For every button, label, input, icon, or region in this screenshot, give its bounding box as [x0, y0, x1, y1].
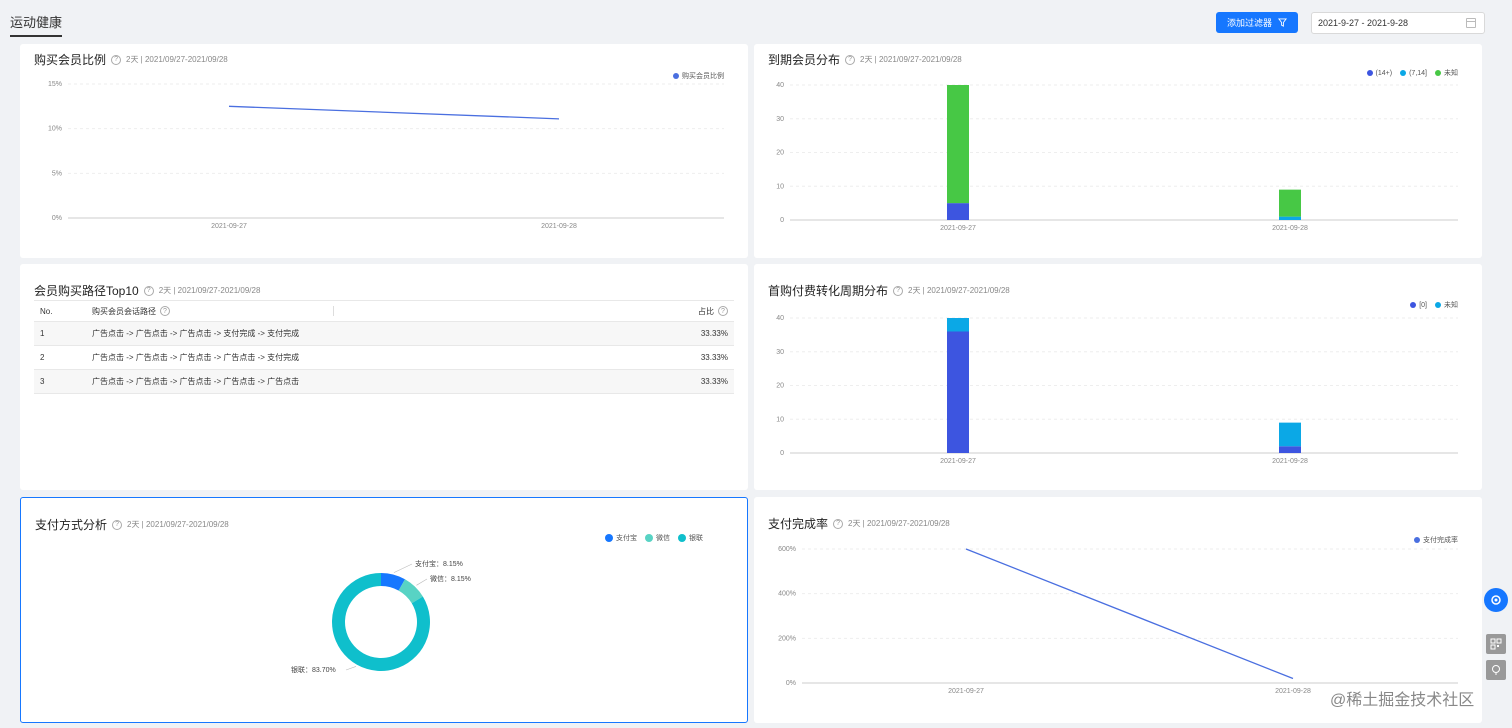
card-subtitle: 2天 | 2021/09/27-2021/09/28 [158, 286, 261, 295]
pie-label-leader [393, 563, 413, 573]
series-line [965, 548, 1294, 680]
assistant-button[interactable] [1484, 588, 1508, 612]
row-path: 广告点击 -> 广告点击 -> 广告点击 -> 广告点击 -> 支付完成 [92, 353, 300, 362]
y-tick-label: 40 [776, 82, 784, 89]
row-path: 广告点击 -> 广告点击 -> 广告点击 -> 广告点击 -> 广告点击 [92, 377, 300, 386]
header-pct-label: 占比 [698, 306, 714, 316]
bar [947, 318, 969, 332]
y-tick-label: 30 [776, 116, 784, 123]
bar [947, 203, 969, 220]
bulb-icon [1492, 665, 1500, 675]
card-member-ratio: 购买会员比例 ? 2天 | 2021/09/27-2021/09/28 购买会员… [20, 44, 748, 258]
y-tick-label: 10 [776, 183, 784, 190]
x-tick-label: 2021-09-28 [1272, 225, 1308, 232]
card-first-cycle: 首购付费转化周期分布 ? 2天 | 2021/09/27-2021/09/28 … [754, 264, 1482, 490]
column-divider[interactable] [333, 306, 334, 316]
table-row: 3 广告点击 -> 广告点击 -> 广告点击 -> 广告点击 -> 广告点击 3… [34, 370, 734, 394]
qrcode-icon [1490, 638, 1502, 650]
header-no: No. [40, 306, 53, 316]
y-tick-label: 0 [780, 450, 784, 457]
y-tick-label: 40 [776, 315, 784, 322]
card-expiry: 到期会员分布 ? 2天 | 2021/09/27-2021/09/28 (14+… [754, 44, 1482, 258]
bar [947, 85, 969, 204]
pie-data-label: 支付宝：8.15% [415, 559, 463, 568]
header-path-label: 购买会员会话路径 [92, 306, 156, 316]
card-path-top10: 会员购买路径Top10 ? 2天 | 2021/09/27-2021/09/28… [20, 264, 748, 490]
bar-chart-expiry: 0 10 20 30 40 2021-09-27 2021-09-28 [776, 82, 1458, 232]
table-header: No. 购买会员会话路径 ? 占比 ? [34, 300, 734, 322]
bar [1279, 189, 1301, 217]
help-icon[interactable]: ? [143, 285, 154, 296]
y-tick-label: 20 [776, 150, 784, 157]
series-line [228, 105, 560, 120]
donut-chart-payment: 支付宝：8.15% 微信：8.15% 银联：83.70% [291, 559, 471, 674]
calendar-icon[interactable] [1466, 18, 1476, 28]
page-title-tab[interactable]: 运动健康 [10, 12, 63, 37]
add-filter-button[interactable]: 添加过滤器 [1216, 12, 1298, 33]
row-no: 2 [40, 353, 45, 362]
bar [1279, 422, 1301, 447]
filter-icon [1278, 18, 1287, 27]
y-tick-label: 10 [776, 416, 784, 423]
pie-data-label: 微信：8.15% [430, 574, 471, 583]
x-tick-label: 2021-09-28 [541, 223, 577, 230]
y-tick-label: 20 [776, 383, 784, 390]
row-path: 广告点击 -> 广告点击 -> 广告点击 -> 支付完成 -> 支付完成 [92, 329, 300, 338]
x-tick-label: 2021-09-27 [948, 688, 984, 695]
x-tick-label: 2021-09-28 [1275, 688, 1311, 695]
y-tick-label: 30 [776, 349, 784, 356]
line-chart-member-ratio: 0% 5% 10% 15% 2021-09-27 2021-09-28 [48, 81, 724, 230]
date-range-picker[interactable]: 2021-9-27 - 2021-9-28 [1311, 12, 1485, 34]
path-table: No. 购买会员会话路径 ? 占比 ? 1 广告点击 -> 广告点击 -> 广告… [34, 300, 734, 394]
pie-data-label: 银联：83.70% [291, 665, 336, 674]
card-title: 会员购买路径Top10 ? 2天 | 2021/09/27-2021/09/28 [34, 282, 260, 299]
help-icon[interactable]: ? [718, 306, 728, 316]
row-no: 3 [40, 377, 45, 386]
help-icon[interactable]: ? [160, 306, 170, 316]
y-tick-label: 10% [48, 126, 62, 133]
y-tick-label: 400% [778, 591, 796, 598]
y-tick-label: 600% [778, 546, 796, 553]
y-tick-label: 5% [52, 170, 62, 177]
card-payment[interactable]: 支付方式分析 ? 2天 | 2021/09/27-2021/09/28 支付宝 … [20, 497, 748, 723]
y-tick-label: 200% [778, 635, 796, 642]
row-pct: 33.33% [700, 329, 728, 338]
header-path: 购买会员会话路径 ? [92, 306, 614, 317]
table-row: 2 广告点击 -> 广告点击 -> 广告点击 -> 广告点击 -> 支付完成 3… [34, 346, 734, 370]
row-no: 1 [40, 329, 45, 338]
top-bar: 运动健康 添加过滤器 2021-9-27 - 2021-9-28 [0, 0, 1512, 42]
x-tick-label: 2021-09-27 [211, 223, 247, 230]
x-tick-label: 2021-09-28 [1272, 458, 1308, 465]
header-pct: 占比 ? [614, 306, 734, 317]
bar-chart-first-cycle: 0 10 20 30 40 2021-09-27 2021-09-28 [776, 315, 1458, 465]
watermark: @稀土掘金技术社区 [1330, 692, 1475, 709]
feedback-button[interactable] [1486, 660, 1506, 680]
card-title-text: 会员购买路径Top10 [34, 284, 139, 298]
y-tick-label: 0% [52, 215, 62, 222]
row-pct: 33.33% [700, 353, 728, 362]
y-tick-label: 15% [48, 81, 62, 88]
row-pct: 33.33% [700, 377, 728, 386]
bar [1279, 216, 1301, 220]
y-tick-label: 0% [786, 680, 796, 687]
add-filter-label: 添加过滤器 [1226, 18, 1272, 28]
date-range-value: 2021-9-27 - 2021-9-28 [1318, 18, 1409, 28]
table-row: 1 广告点击 -> 广告点击 -> 广告点击 -> 支付完成 -> 支付完成 3… [34, 322, 734, 346]
x-tick-label: 2021-09-27 [940, 458, 976, 465]
bar [1279, 446, 1301, 453]
qrcode-button[interactable] [1486, 634, 1506, 654]
y-tick-label: 0 [780, 217, 784, 224]
gear-icon [1491, 595, 1501, 605]
pie-label-leader [416, 578, 428, 586]
x-tick-label: 2021-09-27 [940, 225, 976, 232]
pie-label-leader [345, 666, 357, 671]
bar [947, 331, 969, 453]
